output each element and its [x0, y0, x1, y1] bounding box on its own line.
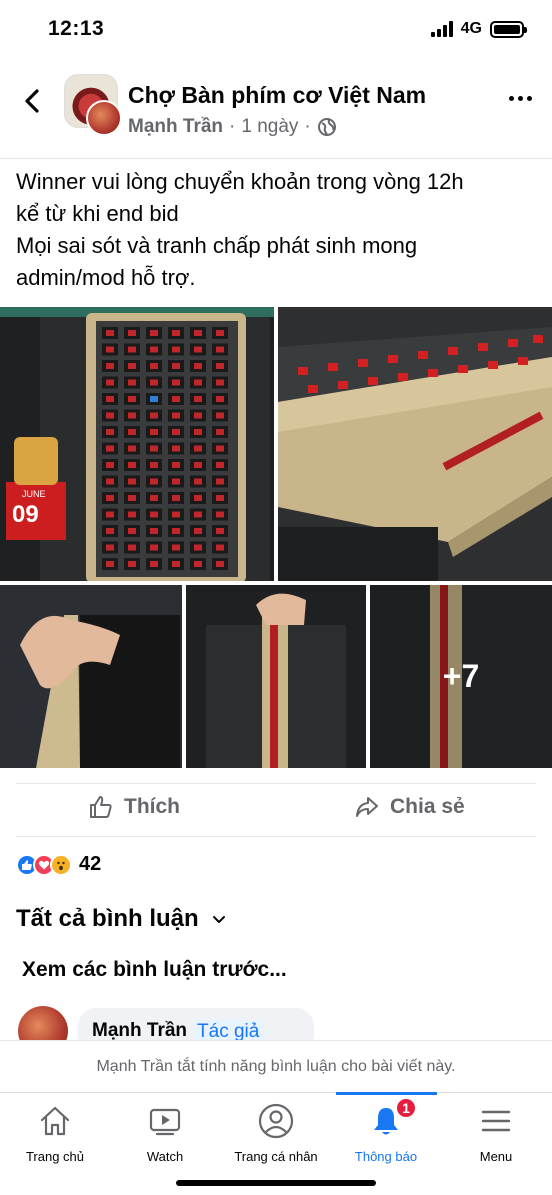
nav-profile[interactable]: Trang cá nhân — [221, 1103, 331, 1164]
network-label: 4G — [460, 20, 482, 37]
post-photo-more[interactable]: +7 — [370, 585, 552, 768]
share-button[interactable]: Chia sẻ — [354, 794, 465, 820]
bottom-nav: Trang chủ Watch Trang cá nhân 1 Thông bá… — [0, 1092, 552, 1195]
wow-reaction-icon — [50, 853, 72, 876]
author-avatar[interactable] — [86, 100, 122, 136]
divider — [16, 836, 536, 837]
view-previous-comments-link[interactable]: Xem các bình luận trước... — [22, 958, 287, 982]
meta-separator: · — [229, 116, 236, 137]
post-meta: Mạnh Trần · 1 ngày · — [128, 116, 337, 138]
more-photos-count[interactable]: +7 — [370, 585, 552, 768]
nav-menu-label: Menu — [479, 1149, 513, 1164]
share-label: Chia sẻ — [390, 795, 465, 818]
hamburger-menu-icon — [481, 1110, 511, 1132]
thumbs-up-icon — [90, 796, 112, 818]
globe-icon — [317, 118, 336, 136]
post-text-line: Mọi sai sót và tranh chấp phát sinh mong — [16, 233, 418, 258]
nav-notifications-label: Thông báo — [354, 1149, 418, 1164]
back-arrow-icon — [25, 89, 39, 113]
like-button[interactable]: Thích — [88, 794, 180, 820]
active-tab-indicator — [336, 1092, 437, 1095]
back-button[interactable] — [18, 86, 48, 116]
group-name[interactable]: Chợ Bàn phím cơ Việt Nam — [128, 82, 426, 109]
nav-home[interactable]: Trang chủ — [0, 1103, 110, 1164]
calendar-day: 09 — [12, 501, 39, 528]
post-time[interactable]: 1 ngày — [241, 116, 298, 138]
comment-sort-dropdown[interactable]: Tất cả bình luận — [16, 905, 227, 933]
nav-watch-label: Watch — [146, 1149, 184, 1164]
post-header: Chợ Bàn phím cơ Việt Nam Mạnh Trần · 1 n… — [0, 66, 552, 156]
profile-icon — [258, 1103, 294, 1139]
reactions-summary[interactable]: 42 — [16, 853, 101, 876]
meta-separator: · — [304, 116, 311, 137]
divider — [0, 158, 552, 159]
status-bar: 12:13 4G — [0, 0, 552, 60]
more-options-button[interactable] — [509, 96, 532, 101]
commenter-name[interactable]: Mạnh Trần — [92, 1020, 187, 1042]
notification-badge: 1 — [395, 1097, 417, 1119]
post-text-line: Winner vui lòng chuyển khoản trong vòng … — [16, 169, 464, 194]
divider — [16, 783, 536, 784]
post-text: Winner vui lòng chuyển khoản trong vòng … — [16, 166, 540, 294]
post-text-line: kể từ khi end bid — [16, 201, 179, 226]
comments-disabled-notice: Mạnh Trần tắt tính năng bình luận cho bà… — [0, 1040, 552, 1092]
nav-home-label: Trang chủ — [25, 1149, 85, 1164]
watch-video-icon — [149, 1108, 181, 1136]
share-icon — [356, 797, 378, 817]
nav-watch[interactable]: Watch — [110, 1103, 220, 1164]
post-photo-keyboard-top[interactable]: JUNE 09 — [0, 307, 274, 581]
post-photo-case-edge[interactable] — [0, 585, 182, 768]
signal-icon — [430, 21, 453, 37]
nav-menu[interactable]: Menu — [441, 1103, 551, 1164]
author-name[interactable]: Mạnh Trần — [128, 116, 223, 138]
like-label: Thích — [124, 795, 180, 818]
nav-notifications[interactable]: 1 Thông báo — [331, 1097, 441, 1164]
chevron-down-icon — [212, 916, 225, 923]
nav-profile-label: Trang cá nhân — [234, 1149, 318, 1164]
post-photo-case-bottom[interactable] — [186, 585, 366, 768]
battery-icon — [490, 20, 527, 38]
post-text-line: admin/mod hỗ trợ. — [16, 265, 196, 290]
reaction-count: 42 — [79, 853, 102, 875]
calendar-month: JUNE — [22, 489, 46, 499]
status-icons: 4G — [430, 20, 527, 38]
home-icon — [40, 1106, 70, 1136]
all-comments-label: Tất cả bình luận — [16, 905, 199, 932]
status-time: 12:13 — [48, 17, 105, 40]
home-indicator — [176, 1180, 376, 1186]
post-photo-keyboard-side[interactable] — [278, 307, 552, 581]
